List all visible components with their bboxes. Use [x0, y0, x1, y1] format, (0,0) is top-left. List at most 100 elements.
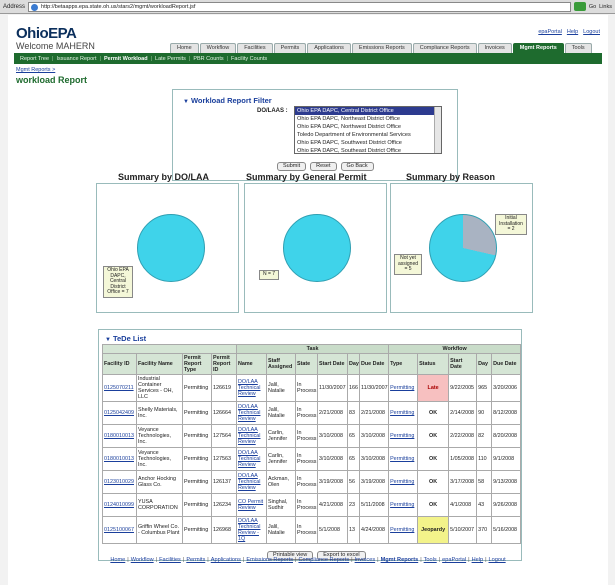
go-button[interactable]: Go — [589, 4, 596, 10]
footer-link-compliance-reports[interactable]: Compliance Reports — [298, 557, 349, 563]
top-link-epaportal[interactable]: epaPortal — [538, 29, 562, 35]
facility-id-link[interactable]: 0180010013 — [102, 447, 137, 471]
do-laas-option[interactable]: Ohio EPA DAPC, Northeast District Office — [295, 115, 441, 123]
column-header[interactable]: Due Date — [358, 353, 390, 375]
footer-link-facilities[interactable]: Facilities — [159, 557, 181, 563]
workflow-type-link[interactable]: Permitting — [388, 401, 419, 425]
task-name-link[interactable]: DO/LAA Technical Review — [236, 374, 267, 402]
do-laas-listbox[interactable]: Ohio EPA DAPC, Central District Office Oh… — [294, 106, 442, 154]
page-title: workload Report — [16, 75, 88, 85]
task-name-link[interactable]: DO/LAA Technical Review - 1Q — [236, 516, 267, 544]
tab-emissions-reports[interactable]: Emissions Reports — [351, 43, 412, 53]
footer-link-logout[interactable]: Logout — [489, 557, 506, 563]
task-name-link[interactable]: DO/LAA Technical Review — [236, 401, 267, 425]
facility-id-link[interactable]: 0125042409 — [102, 401, 137, 425]
url-input[interactable]: http://betaapps.epa.state.oh.us/stars2/m… — [28, 1, 571, 12]
tab-tools[interactable]: Tools — [564, 43, 592, 53]
workflow-type-link[interactable]: Permitting — [388, 516, 419, 544]
facility-id-link[interactable]: 0125100067 — [102, 516, 137, 544]
workflow-type-link[interactable]: Permitting — [388, 424, 419, 448]
breadcrumb-mgmt-reports[interactable]: Mgmt Reports > — [16, 67, 55, 73]
do-laas-option[interactable]: Toledo Department of Environmental Servi… — [295, 131, 441, 139]
table-cell: 3/10/2008 — [317, 424, 348, 448]
subnav-late-permits[interactable]: Late Permits — [155, 56, 186, 62]
column-header[interactable]: Permit Report ID — [211, 353, 237, 375]
footer-link-invoices[interactable]: Invoices — [355, 557, 376, 563]
footer-link-workflow[interactable]: Workflow — [131, 557, 154, 563]
do-laas-option[interactable]: Ohio EPA DAPC, Southwest District Office — [295, 139, 441, 147]
do-laas-option[interactable]: Ohio EPA DAPC, Central District Office — [295, 107, 441, 115]
subnav-permit-workload[interactable]: Permit Workload — [104, 56, 148, 62]
status-badge: OK — [417, 470, 450, 494]
subnav-issuance-report[interactable]: Issuance Report — [56, 56, 96, 62]
column-header[interactable]: Facility ID — [102, 353, 137, 375]
table-cell: 5/11/2008 — [358, 493, 390, 517]
footer-link-epaportal[interactable]: epaPortal — [442, 557, 466, 563]
subnav-separator: | — [52, 55, 54, 62]
subnav-report-tree[interactable]: Report Tree — [20, 56, 49, 62]
column-header[interactable]: State — [295, 353, 318, 375]
listbox-scrollbar[interactable] — [434, 107, 441, 153]
tab-facilities[interactable]: Facilities — [237, 43, 273, 53]
workflow-type-link[interactable]: Permitting — [388, 493, 419, 517]
reset-button[interactable]: Reset — [310, 162, 337, 171]
column-header[interactable]: Staff Assigned — [266, 353, 296, 375]
column-header[interactable]: Start Date — [317, 353, 348, 375]
footer-link-help[interactable]: Help — [472, 557, 484, 563]
workflow-type-link[interactable]: Permitting — [388, 374, 419, 402]
do-laas-option[interactable]: Ohio EPA DAPC, Southeast District Office — [295, 147, 441, 153]
tede-title[interactable]: TeDe List — [105, 334, 146, 343]
table-cell: 5/10/2007 — [448, 516, 478, 544]
tab-home[interactable]: Home — [170, 43, 199, 53]
column-header[interactable]: Day — [347, 353, 360, 375]
workflow-type-link[interactable]: Permitting — [388, 447, 419, 471]
footer-link-applications[interactable]: Applications — [211, 557, 241, 563]
footer-link-mgmt-reports[interactable]: Mgmt Reports — [381, 557, 419, 563]
table-cell: 2/21/2008 — [358, 401, 390, 425]
facility-id-link[interactable]: 0124010099 — [102, 493, 137, 517]
tab-workflow[interactable]: Workflow — [199, 43, 237, 53]
column-header[interactable]: Due Date — [491, 353, 522, 375]
table-cell: 56 — [347, 470, 360, 494]
subnav-facility-counts[interactable]: Facility Counts — [231, 56, 267, 62]
task-name-link[interactable]: DO/LAA Technical Review — [236, 424, 267, 448]
top-link-help[interactable]: Help — [567, 29, 578, 35]
facility-id-link[interactable]: 0123010029 — [102, 470, 137, 494]
go-back-button[interactable]: Go Back — [340, 162, 374, 171]
footer-link-tools[interactable]: Tools — [424, 557, 437, 563]
footer-link-permits[interactable]: Permits — [186, 557, 205, 563]
subnav-pbr-counts[interactable]: PBR Counts — [193, 56, 223, 62]
top-link-logout[interactable]: Logout — [583, 29, 600, 35]
column-header[interactable]: Name — [236, 353, 267, 375]
column-header[interactable]: Status — [417, 353, 450, 375]
tab-mgmt-reports[interactable]: Mgmt Reports — [512, 43, 564, 53]
footer-link-emissions-reports[interactable]: Emissions Reports — [246, 557, 293, 563]
submit-button[interactable]: Submit — [277, 162, 307, 171]
task-name-link[interactable]: DO/LAA Technical Review — [236, 470, 267, 494]
facility-id-link[interactable]: 0180010013 — [102, 424, 137, 448]
workflow-type-link[interactable]: Permitting — [388, 470, 419, 494]
table-cell: Permitting — [182, 470, 212, 494]
tab-permits[interactable]: Permits — [273, 43, 307, 53]
links-button[interactable]: Links — [599, 4, 612, 10]
column-header[interactable]: Day — [476, 353, 493, 375]
footer-link-home[interactable]: Home — [110, 557, 125, 563]
column-header[interactable]: Facility Name — [136, 353, 183, 375]
table-row: 0180010013 Veyance Technologies, Inc. Perm… — [102, 447, 522, 471]
task-name-link[interactable]: CO Permit Review — [236, 493, 267, 517]
do-laas-option[interactable]: Ohio EPA DAPC, Northwest District Office — [295, 123, 441, 131]
facility-id-link[interactable]: 0125070211 — [102, 374, 137, 402]
task-name-link[interactable]: DO/LAA Technical Review — [236, 447, 267, 471]
tab-invoices[interactable]: Invoices — [477, 43, 512, 53]
tab-applications[interactable]: Applications — [307, 43, 351, 53]
column-header[interactable]: Permit Report Type — [182, 353, 212, 375]
tede-table: Task Workflow Facility ID Facility Name Pe… — [102, 344, 522, 544]
go-icon[interactable] — [573, 2, 586, 11]
tab-compliance-reports[interactable]: Compliance Reports — [412, 43, 477, 53]
column-header[interactable]: Start Date — [448, 353, 478, 375]
status-badge: OK — [417, 493, 450, 517]
column-header[interactable]: Type — [388, 353, 419, 375]
footer-separator: | — [207, 557, 209, 563]
filter-title[interactable]: Workload Report Filter — [183, 96, 272, 105]
ie-icon — [31, 3, 39, 11]
